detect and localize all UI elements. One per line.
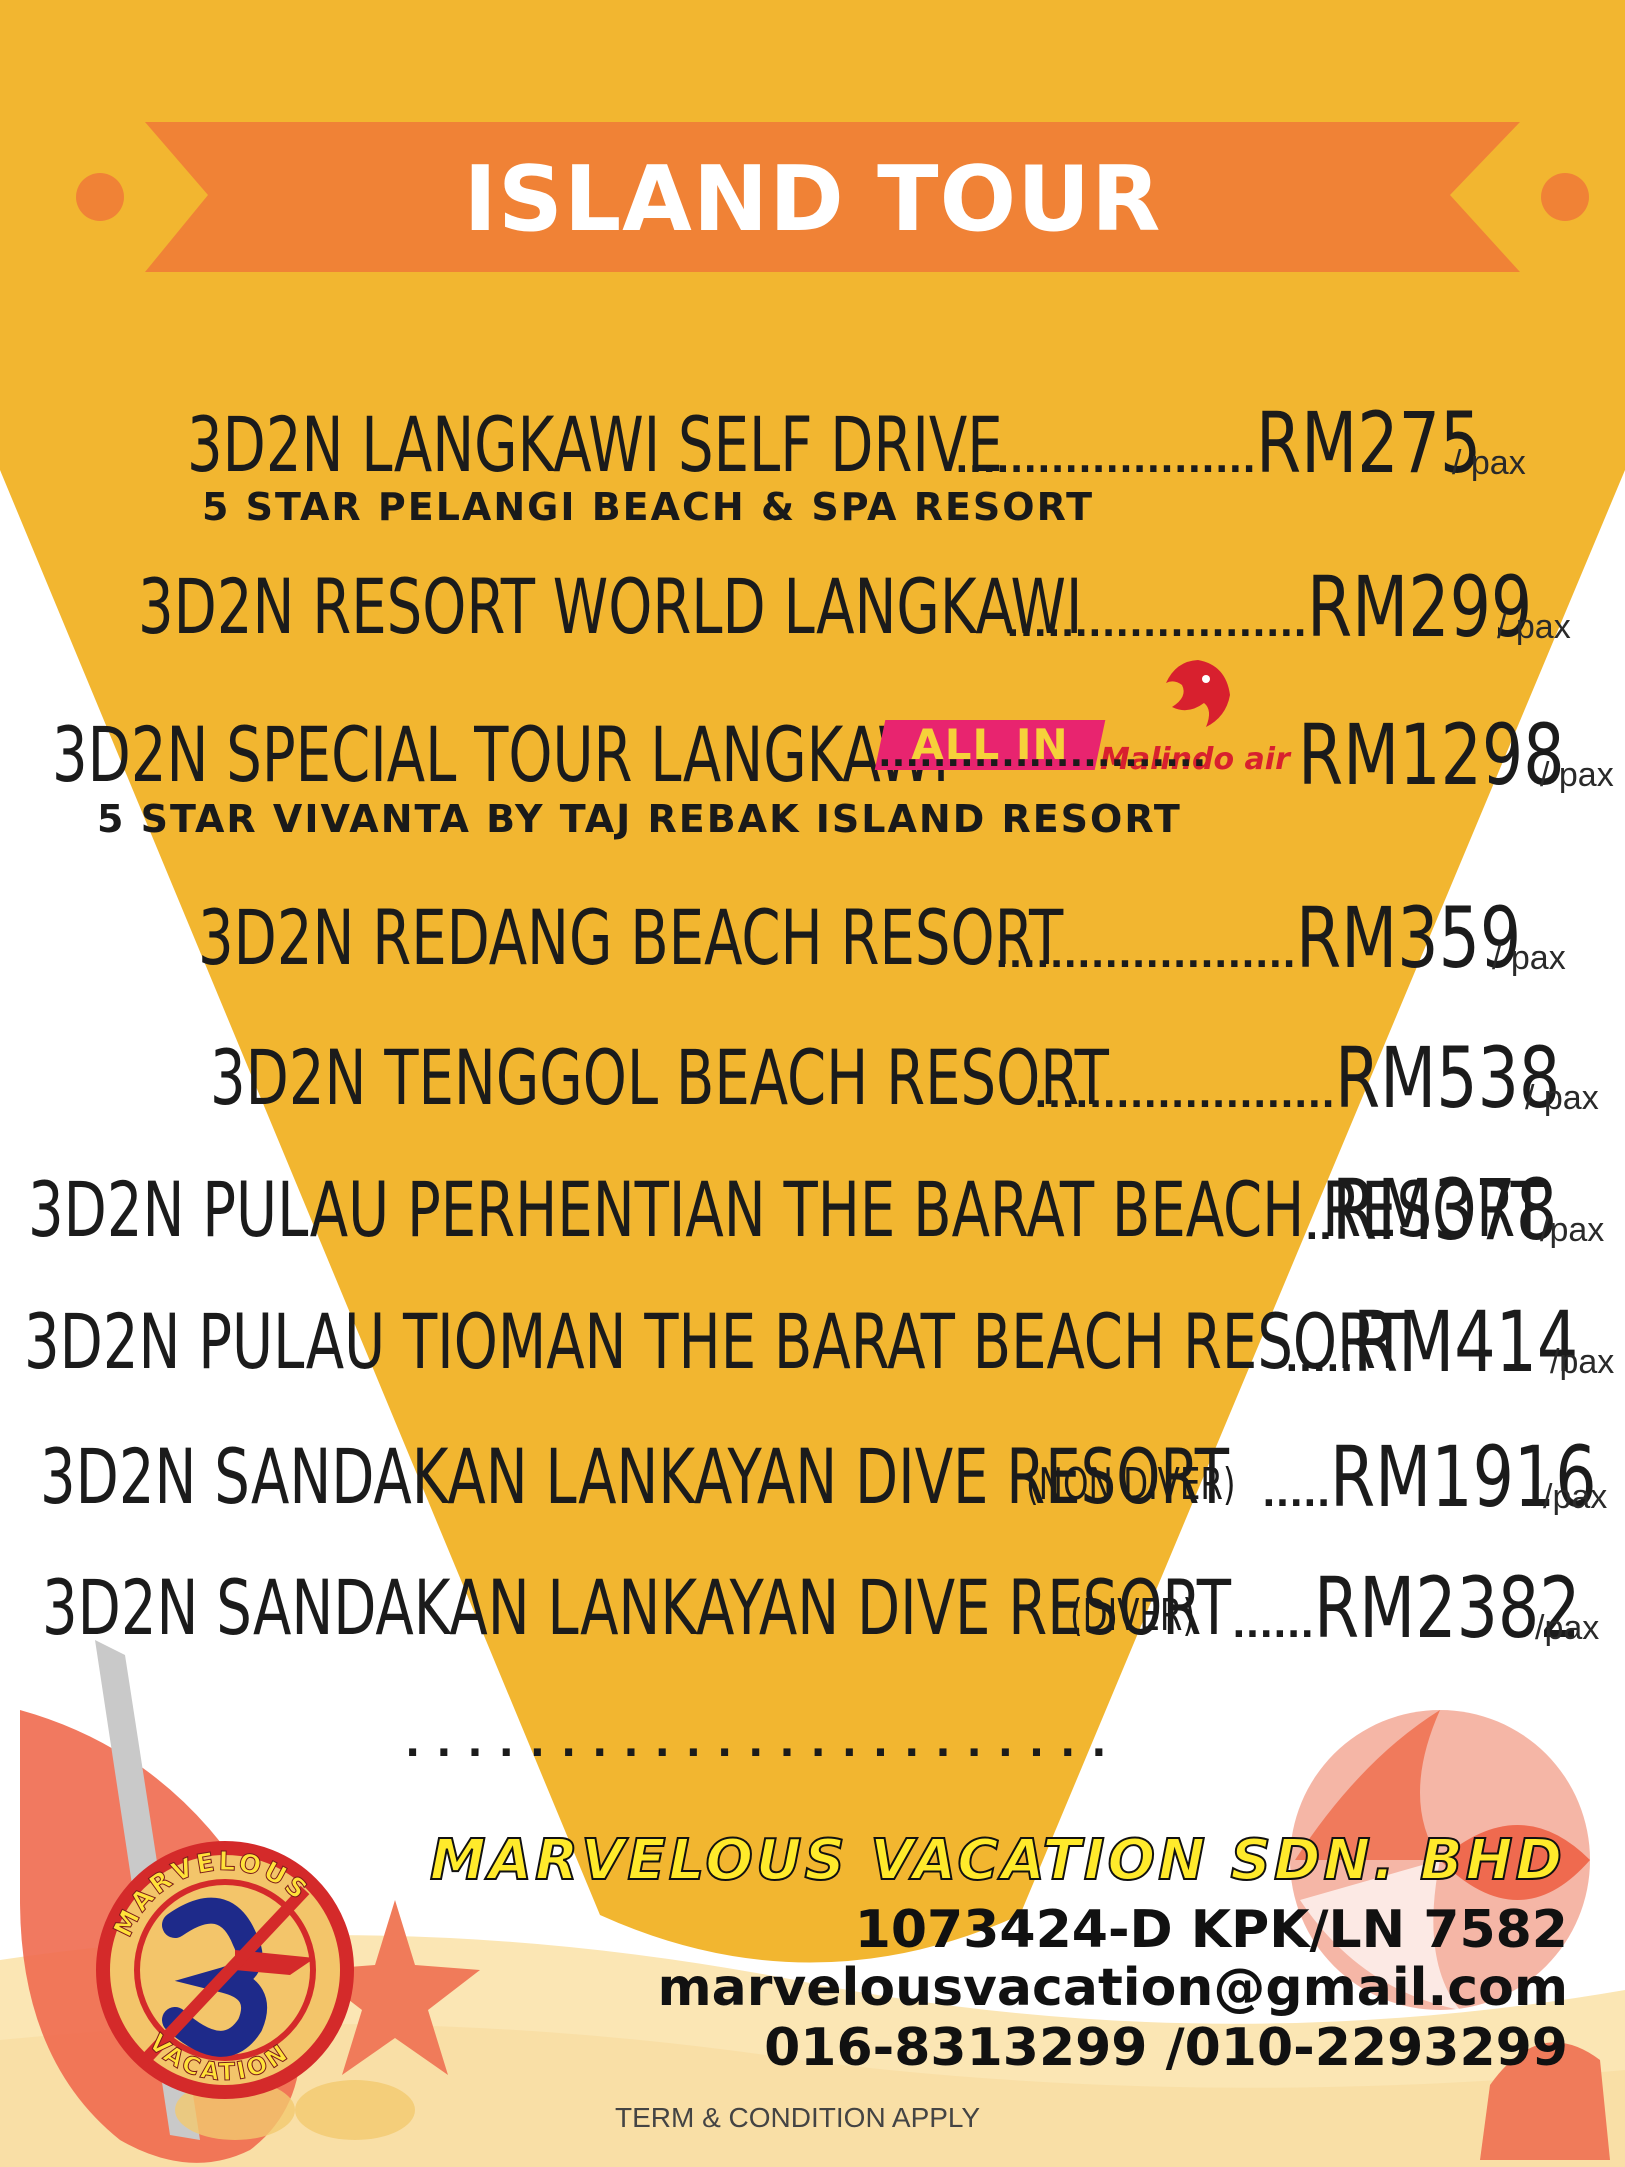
tour-price-group-2: ......................RM299 — [1006, 557, 1569, 657]
per-pax-label: /pax — [1550, 1343, 1615, 1381]
company-registration: 1073424-D KPK/LN 7582 — [854, 1900, 1568, 1960]
banner-title: ISLAND TOUR — [463, 147, 1162, 252]
tour-price-3: RM1298 — [1298, 706, 1565, 804]
tour-sub-1: 5 STAR PELANGI BEACH & SPA RESORT — [202, 485, 1095, 529]
per-pax-label: /pax — [1535, 1609, 1600, 1647]
per-pax-label: /pax — [1540, 1211, 1605, 1249]
logo-text-ring: MARVELOUS VACATION — [108, 1846, 314, 2086]
tour-price-7: RM414 — [1353, 1293, 1579, 1391]
tour-sub-3: 5 STAR VIVANTA BY TAJ REBAK ISLAND RESOR… — [97, 797, 1182, 841]
tour-note-8: (NON DIVER) — [1026, 1459, 1236, 1510]
per-pax-label: / pax — [1452, 444, 1526, 482]
company-phone: 016-8313299 /010-2293299 — [764, 2018, 1568, 2078]
tour-note-9: (DIVER) — [1070, 1590, 1196, 1641]
poster: ISLAND TOUR 3D2N LANGKAWI SELF DRIVE ...… — [0, 0, 1625, 2167]
tour-price-group-1: ......................RM275 — [955, 393, 1518, 493]
dot-leader: ..... — [1285, 1339, 1354, 1380]
dot-leader: .. — [1305, 1207, 1333, 1248]
svg-text:VACATION: VACATION — [143, 2028, 294, 2086]
dot-leader: ...................... — [1006, 604, 1307, 645]
dotted-separator: ....................... — [405, 1720, 1123, 1766]
tour-price-4: RM359 — [1295, 889, 1522, 987]
dot-leader: ...................... — [995, 935, 1296, 976]
dot-leader: ..... — [1262, 1474, 1331, 1515]
company-name: MARVELOUS VACATION SDN. BHD — [429, 1827, 1565, 1894]
per-pax-label: /pax — [1543, 1478, 1608, 1516]
per-pax-label: / pax — [1540, 756, 1614, 794]
dot-leader: ...................... — [1034, 1075, 1335, 1116]
tour-price-6: RM378 — [1332, 1161, 1558, 1259]
company-email: marvelousvacation@gmail.com — [657, 1958, 1568, 2018]
per-pax-label: / pax — [1497, 608, 1571, 646]
dot-leader: ........................ — [878, 734, 1207, 775]
tour-price-group-4: ......................RM359 — [995, 888, 1558, 988]
tour-price-group-5: ......................RM538 — [1034, 1028, 1597, 1128]
tour-price-group-3: ........................ — [878, 705, 1206, 805]
svg-text:MARVELOUS: MARVELOUS — [108, 1847, 314, 1942]
per-pax-label: / pax — [1525, 1079, 1599, 1117]
dot-leader: ...................... — [955, 440, 1256, 481]
dot-leader: ...... — [1232, 1605, 1315, 1646]
per-pax-label: / pax — [1492, 939, 1566, 977]
tour-price-1: RM275 — [1255, 394, 1482, 492]
terms-note: TERM & CONDITION APPLY — [615, 2102, 981, 2133]
